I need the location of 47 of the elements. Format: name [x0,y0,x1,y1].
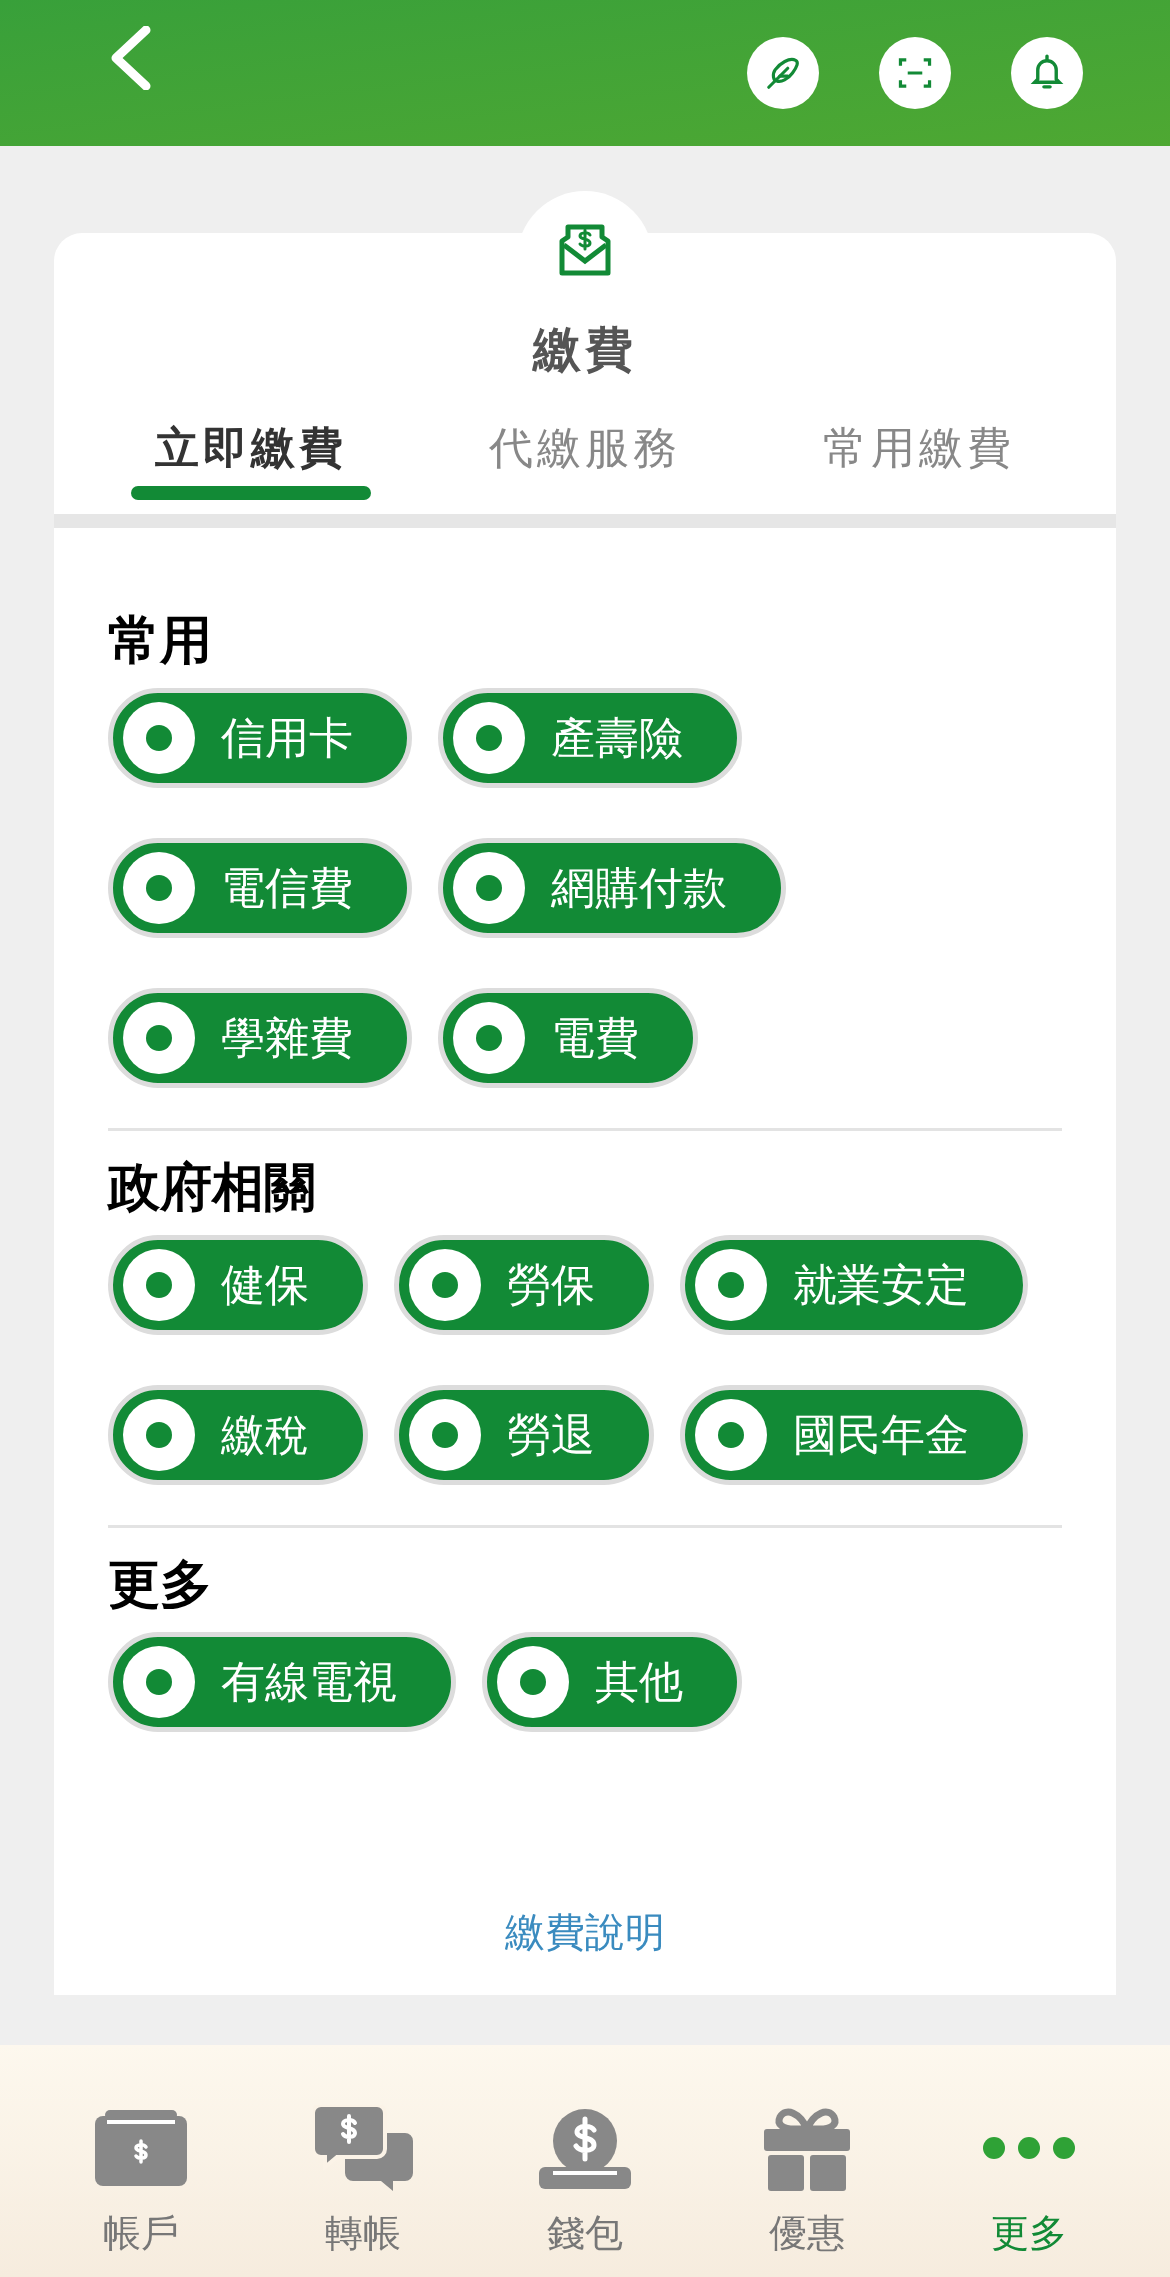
nav-tab[interactable]: 錢包 [474,2103,696,2277]
radio-icon [123,1002,195,1074]
tab[interactable]: 代繳服務 [418,415,752,514]
radio-icon [123,1399,195,1471]
nav-tab[interactable]: 更多 [918,2103,1140,2277]
section-heading: 更多 [108,1558,213,1610]
payment-option-button[interactable]: 信用卡 [108,688,412,788]
payment-option-button[interactable]: 健保 [108,1235,368,1335]
payment-option-button[interactable]: 繳稅 [108,1385,368,1485]
payment-option-button[interactable]: 網購付款 [438,838,786,938]
nav-tab[interactable]: 優惠 [696,2103,918,2277]
radio-icon [695,1249,767,1321]
section-heading: 常用 [108,614,213,666]
tab[interactable]: 常用繳費 [752,415,1086,514]
radio-icon [409,1399,481,1471]
payment-option-button[interactable]: 勞退 [394,1385,654,1485]
payment-option-button[interactable]: 電信費 [108,838,412,938]
radio-icon [453,702,525,774]
tab[interactable]: 立即繳費 [84,415,418,514]
radio-icon [453,852,525,924]
radio-icon [123,852,195,924]
payment-option-button[interactable]: 就業安定 [680,1235,1028,1335]
coin-deposit-icon [539,2107,631,2189]
chat-money-icon [313,2105,413,2191]
nav-tab[interactable]: 轉帳 [252,2103,474,2277]
nav-tab[interactable]: 帳戶 [30,2103,252,2277]
radio-icon [497,1646,569,1718]
radio-icon [409,1249,481,1321]
payment-option-button[interactable]: 其他 [482,1632,742,1732]
payment-envelope-icon [558,223,612,277]
wallet-icon [95,2110,187,2186]
page-title: 繳費 [531,325,638,373]
radio-icon [453,1002,525,1074]
payment-option-button[interactable]: 國民年金 [680,1385,1028,1485]
payment-option-button[interactable]: 有線電視 [108,1632,456,1732]
payment-option-button[interactable]: 產壽險 [438,688,742,788]
payment-help-link[interactable]: 繳費說明 [505,1902,665,1962]
radio-icon [123,702,195,774]
radio-icon [123,1646,195,1718]
payment-option-button[interactable]: 勞保 [394,1235,654,1335]
radio-icon [695,1399,767,1471]
payment-option-button[interactable]: 電費 [438,988,698,1088]
radio-icon [123,1249,195,1321]
more-icon [983,2137,1075,2159]
section-heading: 政府相關 [108,1161,317,1213]
scan-icon [897,57,933,89]
payment-option-button[interactable]: 學雜費 [108,988,412,1088]
